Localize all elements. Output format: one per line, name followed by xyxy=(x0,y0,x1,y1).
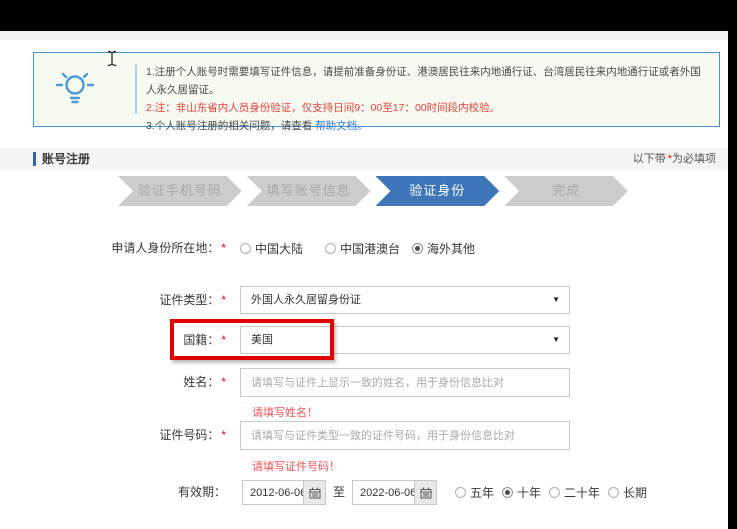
step-account-info: 填写账号信息 xyxy=(247,176,371,206)
row-name: 姓名：* xyxy=(0,368,728,397)
row-cert-type: 证件类型：* 外国人永久居留身份证 ▼ xyxy=(0,286,728,314)
text-cursor-icon xyxy=(106,50,118,67)
cert-no-label: 证件号码：* xyxy=(0,421,226,450)
nationality-value: 美国 xyxy=(241,327,569,353)
cert-no-error: 请填写证件号码！ xyxy=(252,458,340,474)
cert-type-label: 证件类型：* xyxy=(0,286,226,314)
radio-option-overseas[interactable]: 海外其他 xyxy=(412,240,475,257)
notice-box: 1.注册个人账号时需要填写证件信息，请提前准备身份证、港澳居民往来内地通行证、台… xyxy=(33,52,720,127)
notice-text: 1.注册个人账号时需要填写证件信息，请提前准备身份证、港澳居民往来内地通行证、台… xyxy=(146,63,711,135)
calendar-icon xyxy=(309,487,321,499)
name-input[interactable] xyxy=(241,369,569,396)
notice-divider xyxy=(135,65,137,114)
lightbulb-icon xyxy=(55,68,95,112)
section-header: 账号注册 以下带*为必填项 xyxy=(0,148,728,170)
chevron-down-icon: ▼ xyxy=(552,335,560,345)
location-radio-group: 中国大陆 中国港澳台 海外其他 xyxy=(240,240,475,256)
page-title: 账号注册 xyxy=(42,148,90,170)
location-label: 申请人身份所在地：* xyxy=(0,240,226,256)
row-location: 申请人身份所在地：* 中国大陆 中国港澳台 海外其他 xyxy=(0,240,728,256)
nationality-label: 国籍：* xyxy=(0,326,226,354)
radio-overseas[interactable] xyxy=(412,243,423,254)
row-cert-no: 证件号码：* xyxy=(0,421,728,450)
cert-type-select[interactable]: 外国人永久居留身份证 ▼ xyxy=(240,286,570,314)
radio-20years[interactable] xyxy=(549,487,560,498)
notice-line-2: 2.注：非山东省内人员身份验证，仅支持日间9：00至17：00时间段内校验。 xyxy=(146,99,711,117)
radio-mainland[interactable] xyxy=(240,243,251,254)
calendar-icon xyxy=(420,487,432,499)
notice-line-3: 3.个人账号注册的相关问题，请查看 帮助文档。 xyxy=(146,117,711,135)
validity-radio-group: 五年 十年 二十年 长期 xyxy=(455,480,655,505)
row-validity: 有效期： 至 xyxy=(0,480,728,505)
validity-start-box xyxy=(242,480,326,505)
validity-end-input[interactable] xyxy=(353,481,414,504)
cert-no-input[interactable] xyxy=(241,422,569,449)
registration-page: 1.注册个人账号时需要填写证件信息，请提前准备身份证、港澳居民往来内地通行证、台… xyxy=(0,0,737,529)
cert-no-field-box xyxy=(240,421,570,450)
radio-hkmotw[interactable] xyxy=(325,243,336,254)
calendar-button[interactable] xyxy=(303,481,325,504)
radio-option-20years[interactable]: 二十年 xyxy=(549,484,600,501)
notice-line-1: 1.注册个人账号时需要填写证件信息，请提前准备身份证、港澳居民往来内地通行证、台… xyxy=(146,63,711,99)
validity-start-input[interactable] xyxy=(243,481,303,504)
radio-option-mainland[interactable]: 中国大陆 xyxy=(240,240,303,257)
radio-option-longterm[interactable]: 长期 xyxy=(608,484,647,501)
radio-option-hkmotw[interactable]: 中国港澳台 xyxy=(325,240,400,257)
calendar-button[interactable] xyxy=(414,481,436,504)
radio-option-5years[interactable]: 五年 xyxy=(455,484,494,501)
radio-10years[interactable] xyxy=(502,487,513,498)
row-nationality: 国籍：* 美国 ▼ xyxy=(0,326,728,354)
name-field-box xyxy=(240,368,570,397)
name-label: 姓名：* xyxy=(0,368,226,397)
right-black-bar xyxy=(728,0,737,529)
radio-option-10years[interactable]: 十年 xyxy=(502,484,541,501)
validity-label: 有效期： xyxy=(0,480,226,505)
name-error: 请填写姓名！ xyxy=(252,404,318,420)
step-wizard: 验证手机号码 填写账号信息 验证身份 完成 xyxy=(118,176,628,206)
step-complete: 完成 xyxy=(504,176,628,206)
title-accent-bar xyxy=(33,152,36,166)
page-background-strip xyxy=(0,31,737,40)
cert-type-value: 外国人永久居留身份证 xyxy=(241,287,569,313)
step-verify-phone: 验证手机号码 xyxy=(118,176,242,206)
chevron-down-icon: ▼ xyxy=(552,295,560,305)
validity-to-label: 至 xyxy=(333,480,345,505)
radio-5years[interactable] xyxy=(455,487,466,498)
top-black-bar xyxy=(0,0,737,31)
help-doc-link[interactable]: 帮助文档。 xyxy=(315,120,368,132)
required-note: 以下带*为必填项 xyxy=(633,148,716,170)
radio-longterm[interactable] xyxy=(608,487,619,498)
validity-end-box xyxy=(352,480,437,505)
nationality-select[interactable]: 美国 ▼ xyxy=(240,326,570,354)
step-verify-identity: 验证身份 xyxy=(376,176,500,206)
